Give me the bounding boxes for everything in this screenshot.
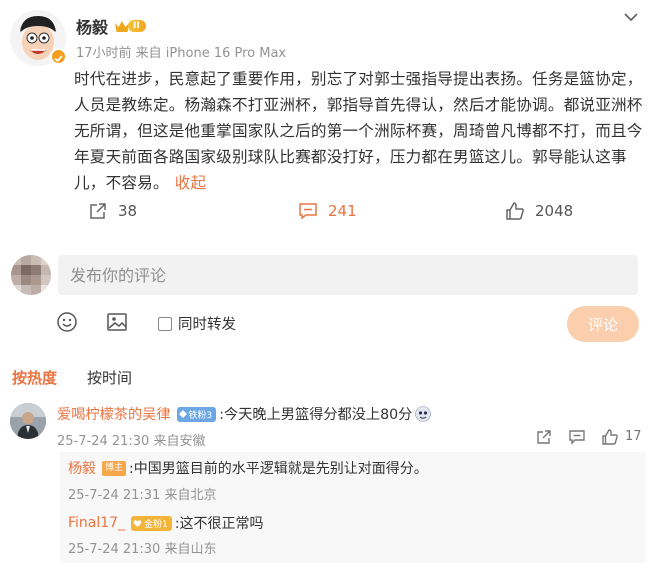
content-line: 时代在进步，民意起了重要作用，别忘了对郭士强指导提出表扬。任务是篮协定， bbox=[74, 70, 643, 88]
comment-icon bbox=[299, 203, 317, 220]
reply-author[interactable]: Final17_ bbox=[68, 515, 125, 531]
comment-text: :今天晚上男篮得分都没上80分 bbox=[219, 407, 413, 423]
image-icon[interactable] bbox=[106, 311, 128, 333]
collapse-link[interactable]: 收起 bbox=[175, 174, 207, 192]
fan-badge: 铁粉3 bbox=[176, 406, 217, 422]
repost-button[interactable]: 38 bbox=[88, 201, 137, 221]
share-icon bbox=[90, 203, 106, 219]
thumbs-up-icon[interactable] bbox=[601, 428, 619, 446]
post-content: 时代在进步，民意起了重要作用，别忘了对郭士强指导提出表扬。任务是篮协定， 人员是… bbox=[74, 66, 646, 196]
reply-text: :这不很正常吗 bbox=[174, 516, 264, 532]
vip-level: II bbox=[128, 20, 146, 32]
reply-meta: 25-7-24 21:30 来自山东 bbox=[68, 542, 217, 557]
fan-badge: 金粉1 bbox=[131, 515, 172, 531]
composer-toolbar: 同时转发 bbox=[0, 309, 660, 337]
pixelated-avatar-icon bbox=[11, 255, 51, 295]
share-icon[interactable] bbox=[535, 428, 553, 446]
replies-panel: 杨毅 博主 :中国男篮目前的水平逻辑就是先别让对面得分。 25-7-24 21:… bbox=[60, 452, 646, 563]
diamond-icon bbox=[178, 410, 187, 418]
verified-badge-icon bbox=[50, 48, 67, 65]
chevron-down-icon[interactable] bbox=[622, 8, 640, 26]
content-line: 人员是教练定。杨瀚森不打亚洲杯，郭指导首先得认，然后才能协调。都说亚洲杯 bbox=[74, 96, 643, 114]
gold-heart-icon bbox=[133, 519, 142, 527]
tab-sort-time[interactable]: 按时间 bbox=[87, 367, 132, 388]
author-name[interactable]: 杨毅 bbox=[76, 14, 108, 38]
vip-badge[interactable]: II bbox=[114, 18, 146, 34]
post-actions: 38 241 2048 bbox=[0, 201, 660, 227]
post-author: 杨毅 II bbox=[76, 14, 146, 38]
reply-author[interactable]: 杨毅 bbox=[68, 458, 96, 478]
thumbs-up-icon bbox=[506, 202, 524, 220]
comment-button[interactable]: 241 bbox=[298, 201, 357, 221]
comment-input[interactable] bbox=[58, 255, 638, 295]
host-tag: 博主 bbox=[102, 460, 127, 476]
comment-actions: 17 bbox=[0, 427, 660, 447]
reply-item: Final17_ 金粉1 :这不很正常吗 bbox=[68, 513, 264, 533]
comment-icon[interactable] bbox=[568, 428, 586, 446]
comment-like-count: 17 bbox=[625, 429, 642, 444]
content-line: 年夏天前面各路国家级别球队比赛都没打好，压力都在男篮这儿。郭导能认这事 bbox=[74, 148, 627, 166]
emoji-face-icon bbox=[415, 406, 432, 422]
repost-count: 38 bbox=[118, 202, 138, 220]
repost-checkbox[interactable]: 同时转发 bbox=[158, 313, 236, 334]
content-line: 儿，不容易。 收起 bbox=[74, 174, 207, 192]
submit-comment-button[interactable]: 评论 bbox=[567, 306, 639, 342]
checkbox-icon[interactable] bbox=[158, 316, 172, 331]
tab-sort-hot[interactable]: 按热度 bbox=[12, 367, 57, 388]
repost-checkbox-label: 同时转发 bbox=[178, 317, 236, 333]
comment-item: 爱喝柠檬茶的吴律 铁粉3 :今天晚上男篮得分都没上80分 bbox=[57, 404, 432, 424]
reply-meta: 25-7-24 21:31 来自北京 bbox=[68, 488, 217, 503]
my-avatar[interactable] bbox=[11, 255, 51, 295]
emoji-icon[interactable] bbox=[56, 311, 78, 333]
commenter-name[interactable]: 爱喝柠檬茶的吴律 bbox=[57, 404, 171, 424]
like-button[interactable]: 2048 bbox=[505, 201, 573, 221]
comment-count: 241 bbox=[328, 202, 357, 220]
reply-item: 杨毅 博主 :中国男篮目前的水平逻辑就是先别让对面得分。 bbox=[68, 458, 428, 478]
content-line: 无所谓，但这是他重掌国家队之后的第一个洲际杯赛，周琦曾凡博都不打，而且今 bbox=[74, 122, 643, 140]
reply-text: :中国男篮目前的水平逻辑就是先别让对面得分。 bbox=[129, 461, 428, 477]
like-count: 2048 bbox=[535, 202, 574, 220]
post-meta: 17小时前 来自 iPhone 16 Pro Max bbox=[76, 46, 287, 61]
